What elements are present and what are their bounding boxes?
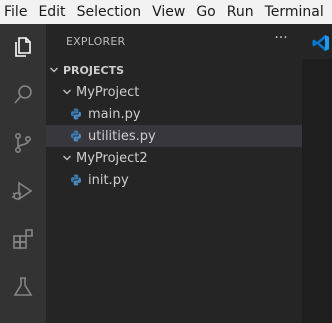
chevron-down-icon: [63, 155, 71, 161]
explorer-sidebar: EXPLORER ··· PROJECTS MyProject main.py …: [46, 24, 302, 323]
search-icon[interactable]: [0, 72, 46, 118]
file-label: utilities.py: [88, 128, 156, 144]
source-control-icon[interactable]: [0, 120, 46, 166]
testing-icon[interactable]: [0, 264, 46, 310]
file-label: main.py: [88, 106, 141, 122]
sidebar-title: EXPLORER: [66, 35, 126, 48]
run-debug-icon[interactable]: [0, 168, 46, 214]
menu-terminal[interactable]: Terminal: [260, 0, 324, 24]
editor-area[interactable]: [302, 24, 332, 323]
file-label: init.py: [88, 172, 129, 188]
folder-myproject[interactable]: MyProject: [46, 81, 302, 103]
chevron-down-icon: [50, 67, 58, 73]
folder-label: MyProject2: [76, 150, 148, 166]
more-actions-icon[interactable]: ···: [272, 31, 290, 49]
menu-file[interactable]: File: [0, 0, 27, 24]
menu-view[interactable]: View: [147, 0, 185, 24]
file-init-py[interactable]: init.py: [46, 169, 302, 191]
vscode-logo-icon: [312, 35, 329, 51]
menu-go[interactable]: Go: [191, 0, 215, 24]
section-header-projects[interactable]: PROJECTS: [46, 59, 302, 81]
menu-run[interactable]: Run: [222, 0, 254, 24]
menu-selection[interactable]: Selection: [72, 0, 142, 24]
python-file-icon: [71, 130, 81, 142]
file-utilities-py[interactable]: utilities.py: [46, 125, 302, 147]
extensions-icon[interactable]: [0, 216, 46, 262]
activity-bar: [0, 24, 46, 323]
file-main-py[interactable]: main.py: [46, 103, 302, 125]
chevron-down-icon: [63, 89, 71, 95]
folder-myproject2[interactable]: MyProject2: [46, 147, 302, 169]
python-file-icon: [71, 174, 81, 186]
section-label: PROJECTS: [63, 63, 124, 77]
explorer-icon[interactable]: [0, 24, 46, 70]
menu-bar: File Edit Selection View Go Run Terminal: [0, 0, 332, 24]
python-file-icon: [71, 108, 81, 120]
menu-edit[interactable]: Edit: [33, 0, 65, 24]
folder-label: MyProject: [76, 84, 140, 100]
